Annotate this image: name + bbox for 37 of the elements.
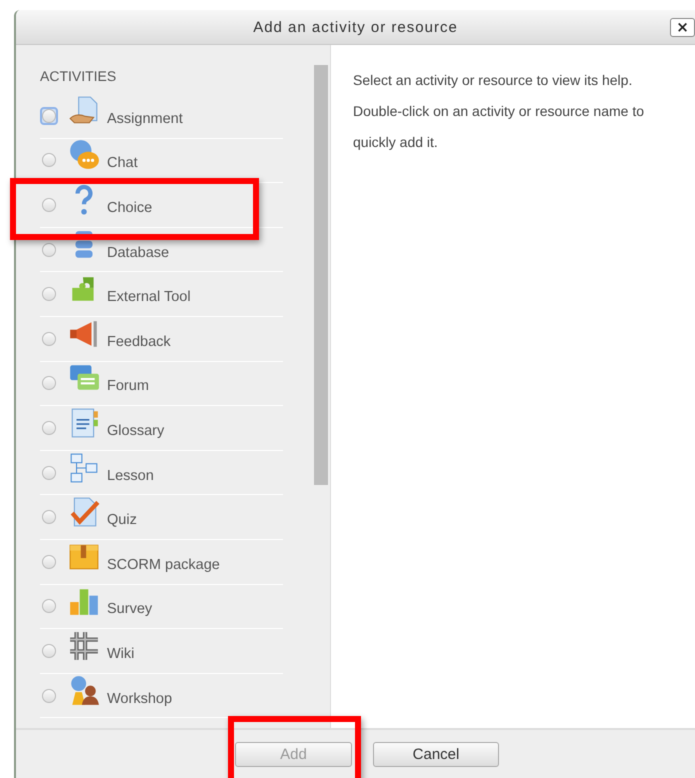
radio-button[interactable]: [42, 198, 56, 212]
activity-option[interactable]: Lesson: [40, 450, 283, 496]
help-text: Double-click on an activity or resource name to quickly add it.: [353, 102, 646, 152]
section-heading: ACTIVITIES: [40, 68, 118, 86]
activity-option[interactable]: Forum: [40, 362, 283, 406]
flowchart-icon: [68, 452, 100, 484]
activity-option[interactable]: Glossary: [40, 406, 283, 451]
radio-button[interactable]: [42, 376, 56, 390]
activity-option[interactable]: Workshop: [40, 674, 283, 718]
checkmark-document-icon: [68, 496, 100, 528]
radio-button[interactable]: [42, 554, 56, 569]
activity-option[interactable]: Quiz: [40, 495, 283, 540]
activity-option[interactable]: SCORM package: [40, 540, 283, 585]
radio-button[interactable]: [42, 332, 56, 346]
radio-button[interactable]: [42, 287, 56, 302]
people-icon: [68, 674, 100, 707]
radio-button[interactable]: [42, 466, 56, 480]
help-text: Select an activity or resource to view its help.: [353, 71, 634, 90]
radio-button[interactable]: [42, 153, 56, 168]
dialog-title: Add an activity or resource: [253, 18, 458, 36]
radio-button[interactable]: [42, 420, 56, 435]
radio-button[interactable]: [42, 510, 56, 524]
close-button[interactable]: ×: [670, 18, 695, 37]
activity-option[interactable]: Survey: [40, 584, 283, 630]
dialog-button[interactable]: Cancel: [373, 742, 499, 766]
activity-option[interactable]: Chat: [40, 138, 283, 184]
activity-option[interactable]: Database: [40, 228, 283, 272]
speech-bubbles-icon: [68, 139, 100, 172]
radio-button[interactable]: [42, 688, 56, 703]
activity-option[interactable]: Feedback: [40, 316, 283, 362]
activity-option[interactable]: Wiki: [40, 629, 283, 674]
radio-button[interactable]: [42, 242, 56, 257]
activity-option[interactable]: Choice: [40, 183, 283, 228]
radio-button[interactable]: [42, 644, 56, 658]
activity-option[interactable]: Assignment: [40, 94, 283, 139]
activity-option[interactable]: External Tool: [40, 272, 283, 317]
radio-button[interactable]: [42, 599, 56, 614]
